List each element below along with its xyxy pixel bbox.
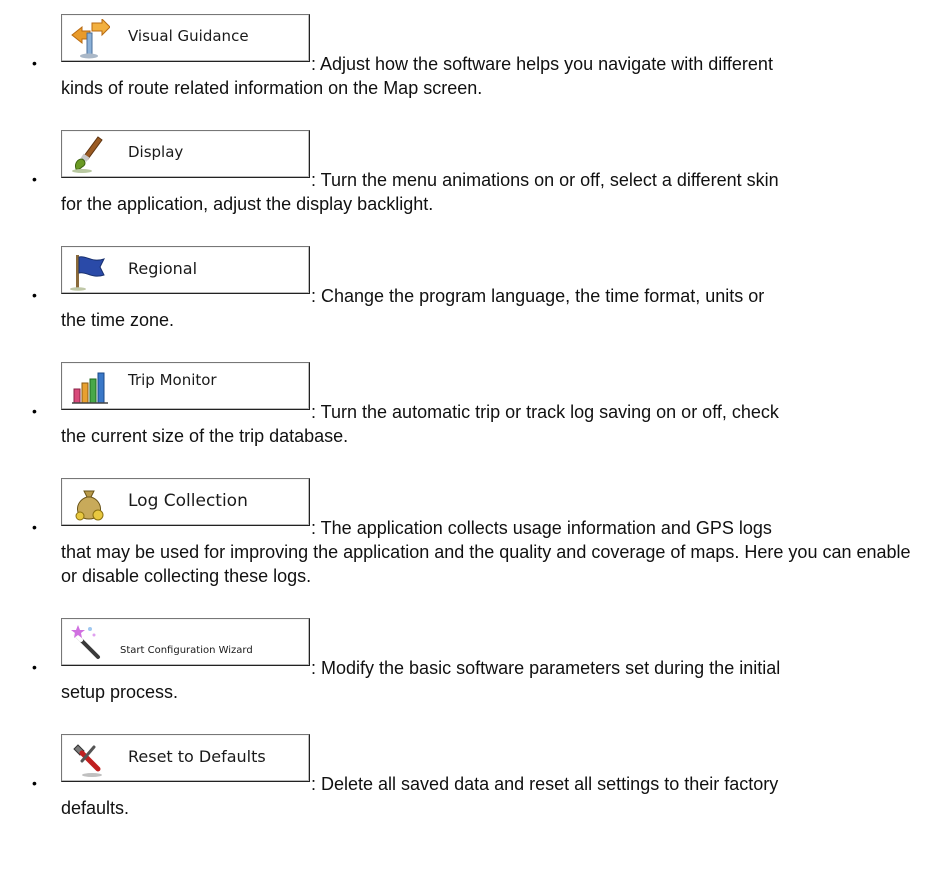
start-configuration-wizard-description: : Modify the basic software parameters s… [61,658,781,702]
bullet: • [32,403,37,419]
trip-monitor-description: : Turn the automatic trip or track log s… [61,402,779,446]
reset-to-defaults-label: Reset to Defaults [128,747,266,766]
visual-guidance-label: Visual Guidance [128,27,249,45]
bullet: • [32,171,37,187]
bullet: • [32,287,37,303]
display-label: Display [128,143,184,161]
bullet: • [32,775,37,791]
visual-guidance-description: : Adjust how the software helps you navi… [61,54,773,98]
bullet: • [32,519,37,535]
bullet: • [32,55,37,71]
reset-to-defaults-description: : Delete all saved data and reset all se… [61,774,779,818]
log-collection-description: : The application collects usage informa… [61,518,911,586]
bullet: • [32,659,37,675]
display-description: : Turn the menu animations on or off, se… [61,170,779,214]
start-configuration-wizard-label: Start Configuration Wizard [120,645,253,656]
log-collection-label: Log Collection [128,491,248,511]
trip-monitor-label: Trip Monitor [128,371,217,389]
regional-description: : Change the program language, the time … [61,286,765,330]
regional-label: Regional [128,259,198,278]
